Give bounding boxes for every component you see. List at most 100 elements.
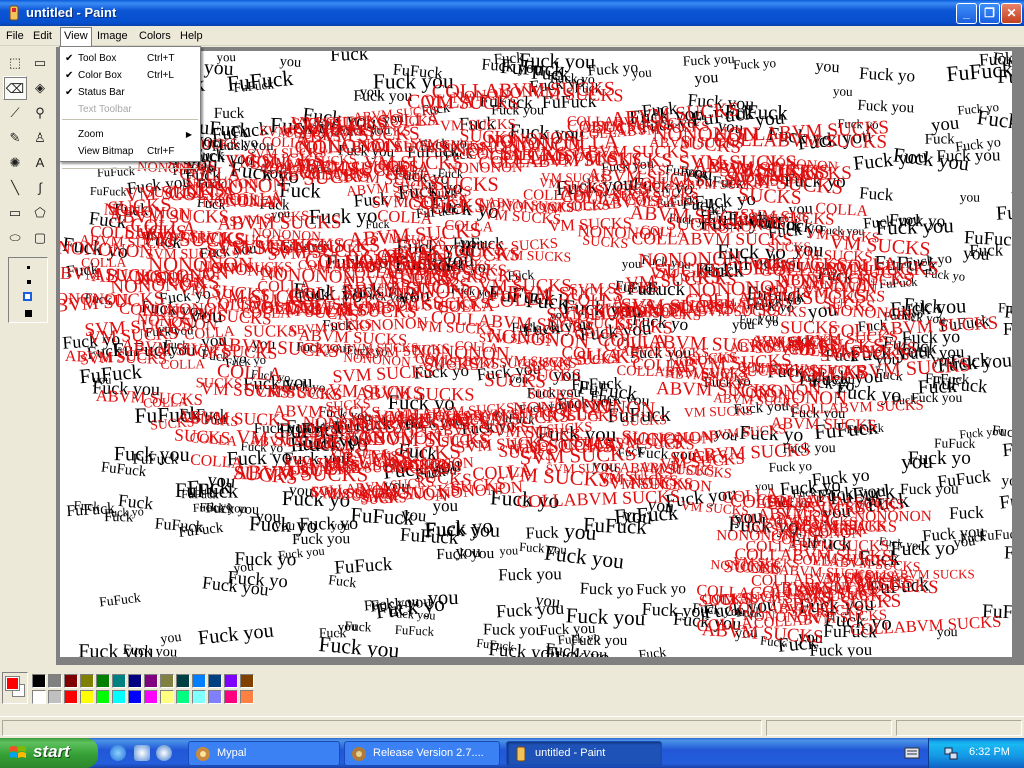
palette-swatch[interactable] <box>128 674 142 688</box>
internet-explorer-icon[interactable] <box>110 745 126 761</box>
palette-swatch[interactable] <box>112 690 126 704</box>
text-icon[interactable]: A <box>28 151 52 175</box>
color-picker-icon[interactable]: ⟋ <box>3 101 27 125</box>
network-icon[interactable] <box>943 745 959 761</box>
palette-swatch[interactable] <box>64 690 78 704</box>
palette-swatch[interactable] <box>96 690 110 704</box>
canvas-scribble-text: Fuck you <box>197 620 275 650</box>
palette-swatch[interactable] <box>160 690 174 704</box>
tool-options-panel[interactable] <box>8 257 48 323</box>
fill-icon[interactable]: ◈ <box>28 76 52 100</box>
clock[interactable]: 6:32 PM <box>969 746 1010 758</box>
palette-swatch[interactable] <box>64 674 78 688</box>
eraser-size-option[interactable] <box>27 266 30 269</box>
canvas-scribble-text: VM SUCKS <box>440 117 516 135</box>
palette-swatch[interactable] <box>160 674 174 688</box>
menu-image[interactable]: Image <box>94 28 131 44</box>
view-menu-zoom[interactable]: Zoom ▶ <box>60 126 200 143</box>
task-mypal[interactable]: Mypal <box>188 741 340 766</box>
ellipse-icon[interactable]: ⬭ <box>3 226 27 250</box>
canvas-scribble-text: VM SUCKS <box>213 285 314 309</box>
menu-help[interactable]: Help <box>177 28 206 44</box>
canvas-scribble-text: Fuck <box>638 644 667 657</box>
palette-swatch[interactable] <box>176 674 190 688</box>
canvas-scribble-text: Fuck you <box>318 632 401 657</box>
eraser-size-option[interactable] <box>27 280 31 284</box>
task-paint[interactable]: untitled - Paint <box>506 741 662 766</box>
eraser-size-option[interactable] <box>23 292 32 301</box>
palette-swatch[interactable] <box>80 690 94 704</box>
rounded-rect-icon[interactable]: ▢ <box>28 226 52 250</box>
taskbar: start Mypal Release Version 2.7.... unti… <box>0 738 1024 768</box>
canvas-scribble-text: Fuck yo <box>636 580 686 598</box>
start-button[interactable]: start <box>0 738 98 768</box>
palette-swatch[interactable] <box>128 690 142 704</box>
magnifier-icon[interactable]: ⚲ <box>28 101 52 125</box>
menu-file[interactable]: File <box>3 28 27 44</box>
canvas-scribble-text: you <box>159 629 182 647</box>
palette-swatch[interactable] <box>224 674 238 688</box>
palette-swatch[interactable] <box>96 674 110 688</box>
canvas-scribble-text: COLLA <box>81 255 127 270</box>
rect-select-icon[interactable]: ▭ <box>28 51 52 75</box>
view-menu-view-bitmap[interactable]: View Bitmap Ctrl+F <box>60 143 200 160</box>
current-colors[interactable] <box>2 672 28 704</box>
canvas-scribble-text: you <box>279 53 302 70</box>
palette-swatch[interactable] <box>48 690 62 704</box>
palette-swatch[interactable] <box>32 674 46 688</box>
palette-swatch[interactable] <box>240 690 254 704</box>
canvas-scribble-text: Fuck <box>925 131 956 147</box>
palette-swatch[interactable] <box>192 674 206 688</box>
canvas-scribble-text: FuFuck <box>399 525 459 549</box>
palette-swatch[interactable] <box>48 674 62 688</box>
check-icon: ✔ <box>65 70 74 81</box>
palette-swatch[interactable] <box>208 690 222 704</box>
palette-swatch[interactable] <box>32 690 46 704</box>
canvas-scribble-text: FuFuck <box>233 76 275 95</box>
show-desktop-icon[interactable] <box>134 745 150 761</box>
palette-swatch[interactable] <box>80 674 94 688</box>
palette-swatch[interactable] <box>192 690 206 704</box>
menu-edit[interactable]: Edit <box>30 28 55 44</box>
canvas-scribble-text: FuFuck <box>175 480 239 503</box>
canvas-scribble-text: SUCKS <box>723 556 782 577</box>
canvas-scribble-text: you <box>563 519 597 545</box>
title-bar[interactable]: untitled - Paint _ ❐ ✕ <box>0 0 1024 26</box>
view-menu-tool-box[interactable]: ✔ Tool Box Ctrl+T <box>60 50 200 67</box>
palette-swatch[interactable] <box>112 674 126 688</box>
palette-swatch[interactable] <box>144 674 158 688</box>
palette-swatch[interactable] <box>224 690 238 704</box>
tool-box: ⬚ ▭ ⌫ ◈ ⟋ ⚲ ✎ ♙ ✺ A ╲ ∫ ▭ ⬠ ⬭ ▢ <box>0 47 55 667</box>
maximize-button[interactable]: ❐ <box>979 3 1000 24</box>
palette-swatch[interactable] <box>240 674 254 688</box>
free-select-icon[interactable]: ⬚ <box>3 51 27 75</box>
canvas-scribble-text: FuFuck <box>395 623 435 639</box>
airbrush-icon[interactable]: ✺ <box>3 151 27 175</box>
brush-icon[interactable]: ♙ <box>28 126 52 150</box>
view-menu-color-box[interactable]: ✔ Color Box Ctrl+L <box>60 67 200 84</box>
view-menu-status-bar[interactable]: ✔ Status Bar <box>60 84 200 101</box>
canvas-scribble-text: ABVM SUCKS <box>620 343 709 360</box>
media-player-icon[interactable] <box>156 745 172 761</box>
rectangle-icon[interactable]: ▭ <box>3 201 27 225</box>
close-button[interactable]: ✕ <box>1001 3 1022 24</box>
minimize-button[interactable]: _ <box>956 3 977 24</box>
pencil-icon[interactable]: ✎ <box>3 126 27 150</box>
canvas-scribble-text: you <box>953 533 977 551</box>
eraser-icon[interactable]: ⌫ <box>3 76 27 100</box>
polygon-icon[interactable]: ⬠ <box>28 201 52 225</box>
eraser-size-option[interactable] <box>25 310 32 317</box>
line-icon[interactable]: ╲ <box>3 176 27 200</box>
keyboard-icon[interactable] <box>904 746 920 760</box>
palette-swatch[interactable] <box>144 690 158 704</box>
palette-swatch[interactable] <box>176 690 190 704</box>
task-release-version[interactable]: Release Version 2.7.... <box>344 741 500 766</box>
canvas-scribble-text: COLLA <box>169 183 236 205</box>
menu-colors[interactable]: Colors <box>136 28 174 44</box>
curve-icon[interactable]: ∫ <box>28 176 52 200</box>
menu-view[interactable]: View <box>60 27 92 46</box>
canvas-scribble-text: Fuck you <box>571 633 628 649</box>
palette-swatch[interactable] <box>208 674 222 688</box>
canvas-scribble-text: you <box>233 558 255 575</box>
drawing-canvas[interactable]: Fuck you FuFuck you Fuck you FuFuck Fuck you F… <box>60 51 1012 657</box>
